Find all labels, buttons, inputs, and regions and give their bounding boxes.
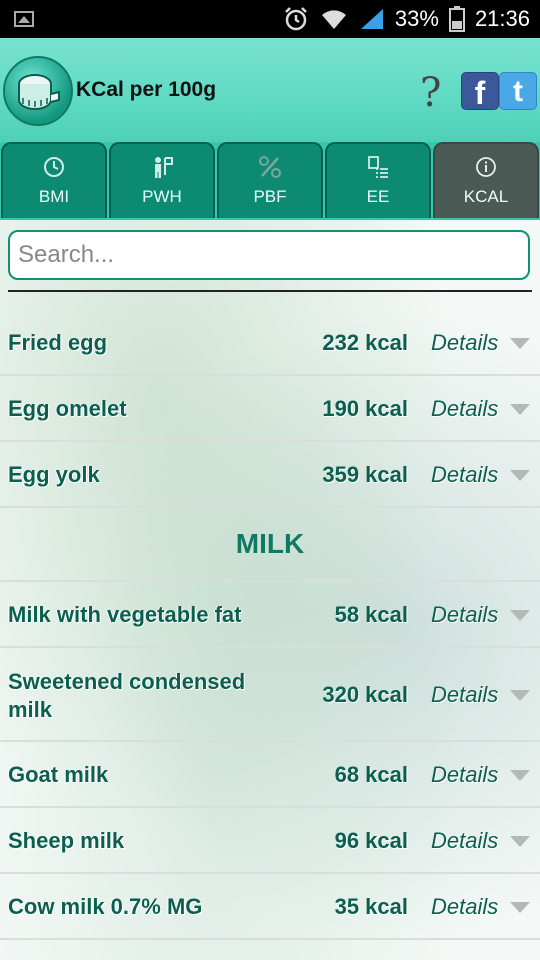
page-title: KCal per 100g: [76, 78, 217, 101]
search-underline: [8, 290, 532, 292]
food-name: Milk with vegetable fat: [8, 602, 242, 627]
chevron-down-icon[interactable]: [510, 338, 530, 349]
search-input[interactable]: [8, 230, 530, 280]
tab-label: KCAL: [463, 187, 509, 206]
food-kcal: 96 kcal: [334, 828, 408, 853]
tape-measure-icon: [18, 74, 60, 110]
food-kcal: 320 kcal: [322, 682, 408, 707]
food-list-panel: Fried egg 232 kcal Details Egg omelet 19…: [0, 220, 540, 960]
details-link[interactable]: Details: [431, 894, 498, 920]
tab-ee[interactable]: EE: [325, 142, 431, 218]
details-link[interactable]: Details: [431, 330, 498, 356]
chevron-down-icon[interactable]: [510, 902, 530, 913]
signal-icon: [360, 9, 383, 29]
clock-time: 21:36: [474, 6, 530, 31]
food-kcal: 58 kcal: [334, 602, 408, 627]
chevron-down-icon[interactable]: [510, 770, 530, 781]
tab-pbf[interactable]: PBF: [217, 142, 323, 218]
tab-pwh[interactable]: PWH: [109, 142, 215, 218]
app-header: KCal per 100g ? f t: [0, 38, 540, 146]
food-name: Sheep milk: [8, 828, 125, 853]
battery-percent: 33%: [394, 6, 439, 31]
chevron-down-icon[interactable]: [510, 690, 530, 701]
food-name: Egg omelet: [8, 396, 127, 421]
details-link[interactable]: Details: [431, 602, 498, 628]
food-kcal: 68 kcal: [334, 762, 408, 787]
list-item[interactable]: Egg yolk 359 kcal Details: [0, 442, 540, 508]
food-name: Egg yolk: [8, 462, 100, 487]
help-icon[interactable]: ?: [420, 70, 441, 116]
details-link[interactable]: Details: [431, 462, 498, 488]
tab-label: BMI: [38, 187, 70, 206]
chevron-down-icon[interactable]: [510, 470, 530, 481]
info-icon: [476, 157, 496, 177]
list-item[interactable]: Goat milk 68 kcal Details: [0, 742, 540, 808]
tab-kcal[interactable]: KCAL: [433, 142, 539, 218]
food-kcal: 35 kcal: [334, 894, 408, 919]
food-kcal: 190 kcal: [322, 396, 408, 421]
facebook-icon[interactable]: f: [461, 72, 499, 111]
person-flag-icon: [155, 157, 173, 178]
details-link[interactable]: Details: [431, 682, 498, 708]
food-name: Goat milk: [8, 762, 109, 787]
checklist-icon: [368, 156, 388, 178]
list-item[interactable]: Egg omelet 190 kcal Details: [0, 376, 540, 442]
section-header-milk: MILK: [0, 508, 540, 582]
chevron-down-icon[interactable]: [510, 404, 530, 415]
details-link[interactable]: Details: [431, 762, 498, 788]
tab-bmi[interactable]: BMI: [1, 142, 107, 218]
wifi-icon: [321, 10, 346, 29]
clock-icon: [44, 157, 64, 177]
alarm-icon: [285, 7, 307, 31]
food-name: Sweetened condensed milk: [8, 669, 246, 722]
chevron-down-icon[interactable]: [510, 610, 530, 621]
tab-label: PWH: [142, 187, 182, 206]
list-item[interactable]: Cow milk 0.7% MG 35 kcal Details: [0, 874, 540, 940]
percent-icon: [259, 156, 281, 178]
list-item[interactable]: Milk with vegetable fat 58 kcal Details: [0, 582, 540, 648]
food-name: Cow milk 0.7% MG: [8, 894, 203, 919]
food-kcal: 359 kcal: [322, 462, 408, 487]
status-bar: 33% 21:36: [0, 0, 540, 38]
tab-bar: BMI PWH PBF EE KCAL: [0, 142, 540, 220]
chevron-down-icon[interactable]: [510, 836, 530, 847]
list-item[interactable]: Sheep milk 96 kcal Details: [0, 808, 540, 874]
image-notification-icon: [14, 11, 34, 27]
tab-label: EE: [366, 187, 390, 206]
food-name: Fried egg: [8, 330, 108, 355]
list-item[interactable]: Fried egg 232 kcal Details: [0, 310, 540, 376]
food-kcal: 232 kcal: [322, 330, 408, 355]
details-link[interactable]: Details: [431, 396, 498, 422]
list-item[interactable]: Sweetened condensed milk 320 kcal Detail…: [0, 648, 540, 742]
app-logo: [3, 56, 73, 126]
details-link[interactable]: Details: [431, 828, 498, 854]
battery-icon: [448, 6, 465, 32]
tab-label: PBF: [253, 187, 287, 206]
twitter-icon[interactable]: t: [499, 72, 537, 110]
